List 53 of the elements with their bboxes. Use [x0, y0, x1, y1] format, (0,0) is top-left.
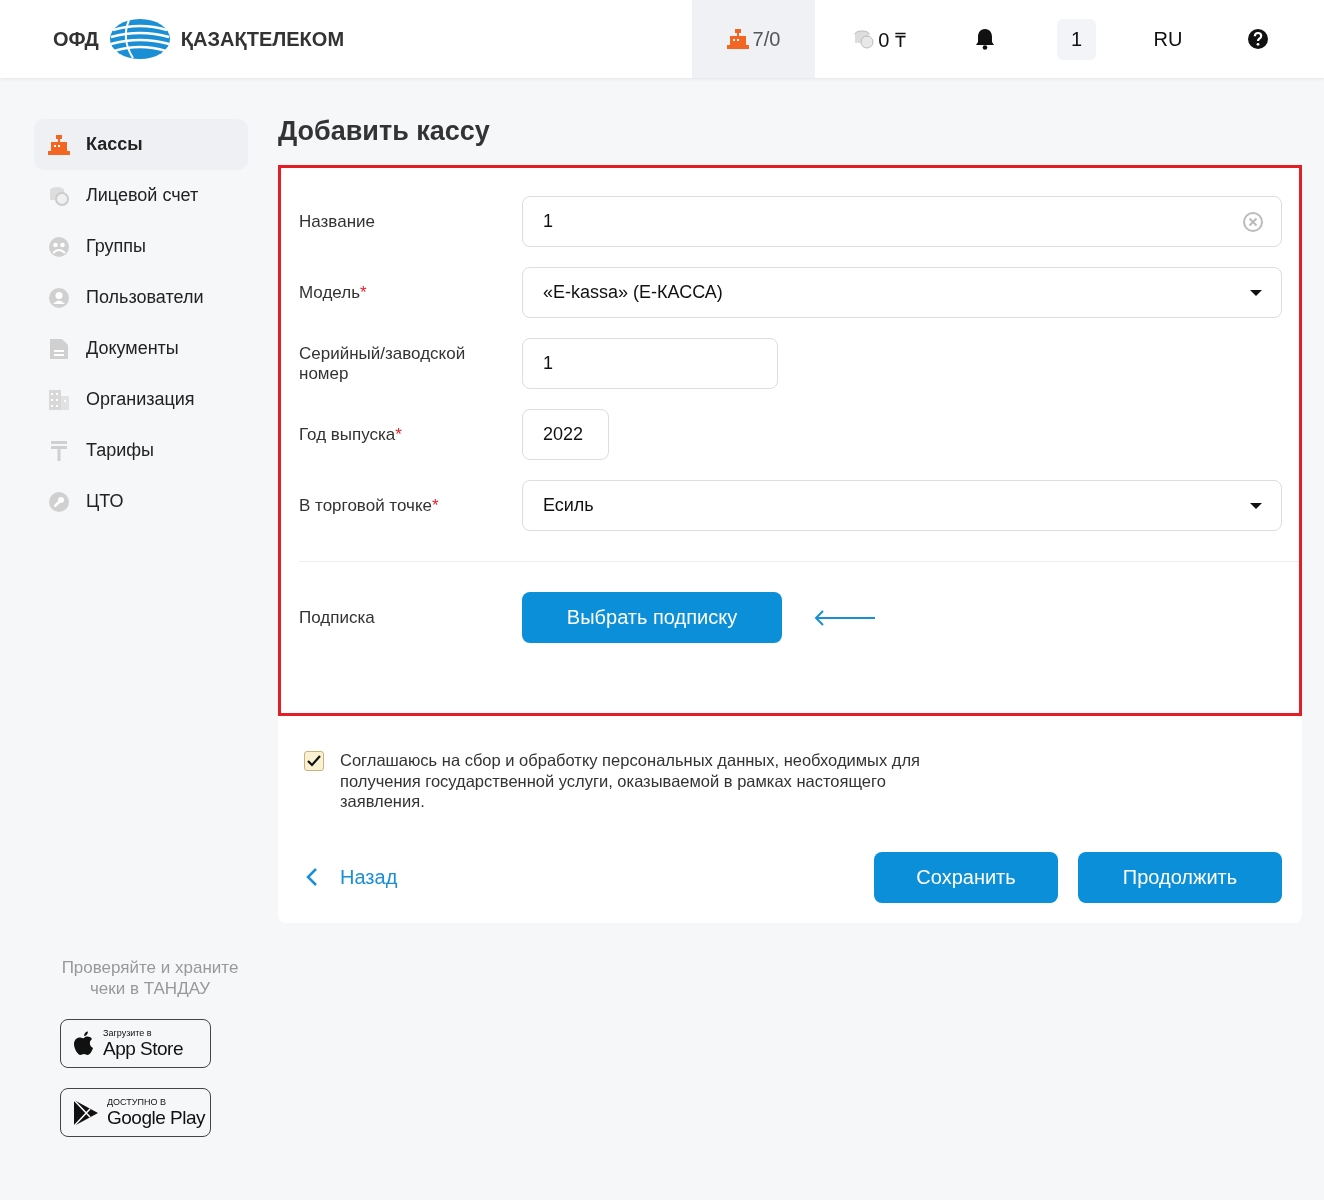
sidebar-item[interactable]: Организация — [34, 374, 248, 425]
field-label: Год выпуска* — [299, 424, 403, 445]
caret-icon — [1249, 501, 1263, 510]
select-field[interactable]: Есиль — [522, 480, 1282, 531]
play-icon — [73, 1098, 99, 1127]
balance-counter[interactable]: 0 ₸ — [815, 0, 945, 78]
sidebar-item[interactable]: Пользователи — [34, 272, 248, 323]
logo-text: ОФД — [53, 27, 99, 51]
language-menu[interactable]: RU — [1153, 27, 1183, 51]
registers-counter[interactable]: 7/0 — [692, 0, 815, 78]
cash-register-icon — [48, 134, 70, 155]
store-badge[interactable]: Загрузите в App Store — [60, 1019, 211, 1068]
coins-icon — [854, 29, 875, 49]
store-badge[interactable]: ДОСТУПНО В Google Play — [60, 1088, 211, 1137]
page-title: Добавить кассу — [278, 116, 491, 147]
logo-text: ҚАЗАҚТЕЛЕКОМ — [180, 27, 345, 51]
action-button[interactable]: Продолжить — [1078, 851, 1282, 903]
field-label: Модель* — [299, 282, 368, 303]
chevron-left-icon — [306, 867, 318, 887]
consent-checkbox[interactable] — [304, 751, 324, 771]
sidebar-item[interactable]: Группы — [34, 221, 248, 272]
back-link[interactable]: Назад — [306, 865, 398, 889]
sidebar-item[interactable]: Лицевой счет — [34, 170, 248, 221]
select-field[interactable]: «E-kassa» (E-КАССА) — [522, 267, 1282, 318]
sidebar-item[interactable]: Тарифы — [34, 425, 248, 476]
tenge-icon — [48, 440, 70, 461]
bell-icon[interactable] — [975, 28, 995, 50]
cash-register-icon — [726, 29, 749, 49]
input-field[interactable]: 2022 — [522, 409, 609, 460]
sidebar-item[interactable]: Документы — [34, 323, 248, 374]
action-button[interactable]: Сохранить — [874, 851, 1058, 903]
document-icon — [48, 338, 70, 359]
globe-logo-icon — [108, 18, 171, 60]
sidebar-item[interactable]: Кассы — [34, 119, 248, 170]
caret-icon — [1249, 288, 1263, 297]
field-label: Название — [299, 211, 376, 232]
input-field[interactable]: 1 — [522, 338, 778, 389]
promo-text: Проверяйте и храните чеки в ТАНДАУ — [60, 957, 240, 999]
field-label: В торговой точке* — [299, 495, 440, 516]
help-icon[interactable] — [1247, 28, 1269, 50]
apple-icon — [73, 1030, 95, 1057]
wrench-icon — [48, 491, 70, 512]
sidebar-item[interactable]: ЦТО — [34, 476, 248, 527]
input-field[interactable]: 1 — [522, 196, 1282, 247]
choose-subscription-button[interactable]: Выбрать подписку — [522, 592, 782, 643]
field-label: Подписка — [299, 607, 376, 628]
user-icon — [48, 287, 70, 308]
count-badge[interactable]: 1 — [1056, 18, 1097, 60]
consent-text: Соглашаюсь на сбор и обработку персональных данных, необходимых для получения государственной услуги, оказываемой в рамках настоящего заявления. — [340, 750, 921, 812]
arrow-left-icon — [814, 609, 876, 626]
field-label: Серийный/заводской номер — [299, 343, 467, 384]
coins-icon — [48, 185, 70, 206]
building-icon — [48, 389, 70, 410]
